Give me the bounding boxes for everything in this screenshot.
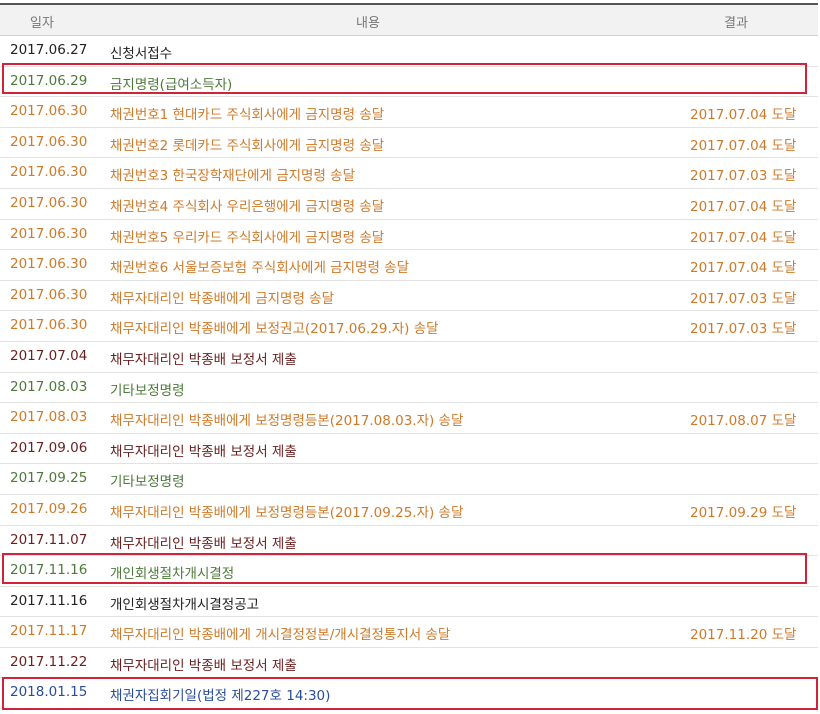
row-date: 2017.06.30 bbox=[10, 164, 88, 181]
row-date: 2017.09.06 bbox=[10, 439, 88, 456]
row-date: 2017.11.17 bbox=[10, 623, 88, 640]
table-row: 2017.06.30 채권번호1 현대카드 주식회사에게 금지명령 송달 2017.… bbox=[0, 97, 818, 128]
header-result: 결과 bbox=[724, 16, 748, 31]
row-result: 2017.07.04 도달 bbox=[690, 260, 797, 277]
row-date: 2017.06.27 bbox=[10, 42, 88, 58]
table-row: 2017.11.07 채무자대리인 박종배 보정서 제출 bbox=[0, 526, 818, 557]
row-content: 채무자대리인 박종배에게 보정명령등본(2017.09.25.자) 송달 bbox=[110, 504, 464, 521]
row-date: 2017.11.16 bbox=[10, 592, 88, 609]
row-date: 2017.07.04 bbox=[10, 347, 88, 364]
row-date: 2017.09.25 bbox=[10, 470, 88, 487]
row-result: 2017.11.20 도달 bbox=[690, 627, 797, 644]
table-row: 2017.11.17 채무자대리인 박종배에게 개시결정정본/개시결정통지서 송달… bbox=[0, 617, 818, 648]
highlight-box-injunction bbox=[2, 63, 807, 94]
row-content: 채권번호3 한국장학재단에게 금지명령 송달 bbox=[110, 168, 356, 185]
row-content: 개인회생절차개시결정공고 bbox=[110, 596, 260, 613]
table-row: 2017.09.25 기타보정명령 bbox=[0, 464, 818, 495]
row-content: 기타보정명령 bbox=[110, 382, 185, 399]
row-content: 채권번호5 우리카드 주식회사에게 금지명령 송달 bbox=[110, 229, 385, 246]
row-result: 2017.07.03 도달 bbox=[690, 168, 797, 185]
row-result: 2017.08.07 도달 bbox=[690, 413, 797, 430]
row-date: 2017.08.03 bbox=[10, 378, 88, 395]
row-content: 채무자대리인 박종배 보정서 제출 bbox=[110, 657, 297, 674]
table-row: 2017.11.22 채무자대리인 박종배 보정서 제출 bbox=[0, 648, 818, 679]
table-row: 2017.07.04 채무자대리인 박종배 보정서 제출 bbox=[0, 342, 818, 373]
row-date: 2017.06.30 bbox=[10, 103, 88, 120]
table-row: 2017.06.30 채권번호6 서울보증보험 주식회사에게 금지명령 송달 201… bbox=[0, 250, 818, 281]
table-row: 2017.06.30 채권번호3 한국장학재단에게 금지명령 송달 2017.07.… bbox=[0, 158, 818, 189]
row-result: 2017.07.04 도달 bbox=[690, 198, 797, 215]
table-row: 2017.08.03 기타보정명령 bbox=[0, 373, 818, 404]
table-header: 일자 내용 결과 bbox=[0, 3, 818, 36]
row-date: 2017.09.26 bbox=[10, 500, 88, 517]
table-body: 2017.06.27 신청서접수 2017.06.29 금지명령(급여소득자) 2017… bbox=[0, 36, 818, 710]
highlight-box-commencement bbox=[2, 553, 807, 584]
row-date: 2017.06.30 bbox=[10, 194, 88, 211]
row-result: 2017.07.04 도달 bbox=[690, 229, 797, 246]
row-date: 2017.11.07 bbox=[10, 531, 88, 548]
row-date: 2017.06.30 bbox=[10, 317, 88, 334]
row-content: 채무자대리인 박종배 보정서 제출 bbox=[110, 351, 297, 368]
row-content: 채무자대리인 박종배에게 금지명령 송달 bbox=[110, 290, 335, 307]
row-result: 2017.07.04 도달 bbox=[690, 107, 797, 124]
table-row: 2017.06.30 채권번호5 우리카드 주식회사에게 금지명령 송달 2017.… bbox=[0, 220, 818, 251]
header-date: 일자 bbox=[30, 16, 54, 31]
row-result: 2017.07.03 도달 bbox=[690, 321, 797, 338]
row-content: 채무자대리인 박종배에게 보정명령등본(2017.08.03.자) 송달 bbox=[110, 413, 464, 430]
row-content: 채권번호2 롯데카드 주식회사에게 금지명령 송달 bbox=[110, 137, 385, 154]
row-date: 2017.06.30 bbox=[10, 286, 88, 303]
table-row: 2017.11.16 개인회생절차개시결정공고 bbox=[0, 587, 818, 618]
row-content: 신청서접수 bbox=[110, 46, 173, 62]
row-result: 2017.09.29 도달 bbox=[690, 504, 797, 521]
highlight-box-creditors-meeting bbox=[2, 677, 818, 710]
row-date: 2017.11.22 bbox=[10, 653, 88, 670]
row-content: 채무자대리인 박종배 보정서 제출 bbox=[110, 443, 297, 460]
table-row: 2017.09.26 채무자대리인 박종배에게 보정명령등본(2017.09.25… bbox=[0, 495, 818, 526]
row-content: 채권번호6 서울보증보험 주식회사에게 금지명령 송달 bbox=[110, 260, 409, 277]
row-content: 채무자대리인 박종배 보정서 제출 bbox=[110, 535, 297, 552]
table-row: 2017.09.06 채무자대리인 박종배 보정서 제출 bbox=[0, 434, 818, 465]
row-date: 2017.06.30 bbox=[10, 225, 88, 242]
table-row: 2017.06.30 채권번호4 주식회사 우리은행에게 금지명령 송달 2017.… bbox=[0, 189, 818, 220]
row-content: 기타보정명령 bbox=[110, 474, 185, 491]
row-content: 채권번호4 주식회사 우리은행에게 금지명령 송달 bbox=[110, 198, 385, 215]
row-content: 채권번호1 현대카드 주식회사에게 금지명령 송달 bbox=[110, 107, 385, 124]
header-content: 내용 bbox=[356, 16, 380, 31]
row-date: 2017.06.30 bbox=[10, 133, 88, 150]
row-result: 2017.07.03 도달 bbox=[690, 290, 797, 307]
table-row: 2017.06.30 채권번호2 롯데카드 주식회사에게 금지명령 송달 2017.… bbox=[0, 128, 818, 159]
row-date: 2017.08.03 bbox=[10, 409, 88, 426]
row-date: 2017.06.30 bbox=[10, 256, 88, 273]
table-row: 2017.06.30 채무자대리인 박종배에게 금지명령 송달 2017.07.03… bbox=[0, 281, 818, 312]
row-result: 2017.07.04 도달 bbox=[690, 137, 797, 154]
table-row: 2017.08.03 채무자대리인 박종배에게 보정명령등본(2017.08.03… bbox=[0, 403, 818, 434]
case-progress-table: 일자 내용 결과 2017.06.27 신청서접수 2017.06.29 금지명령(급… bbox=[0, 3, 818, 710]
row-content: 채무자대리인 박종배에게 개시결정정본/개시결정통지서 송달 bbox=[110, 627, 451, 644]
table-row: 2017.06.30 채무자대리인 박종배에게 보정권고(2017.06.29.자… bbox=[0, 311, 818, 342]
table-row: 2017.06.27 신청서접수 bbox=[0, 36, 818, 67]
row-content: 채무자대리인 박종배에게 보정권고(2017.06.29.자) 송달 bbox=[110, 321, 439, 338]
